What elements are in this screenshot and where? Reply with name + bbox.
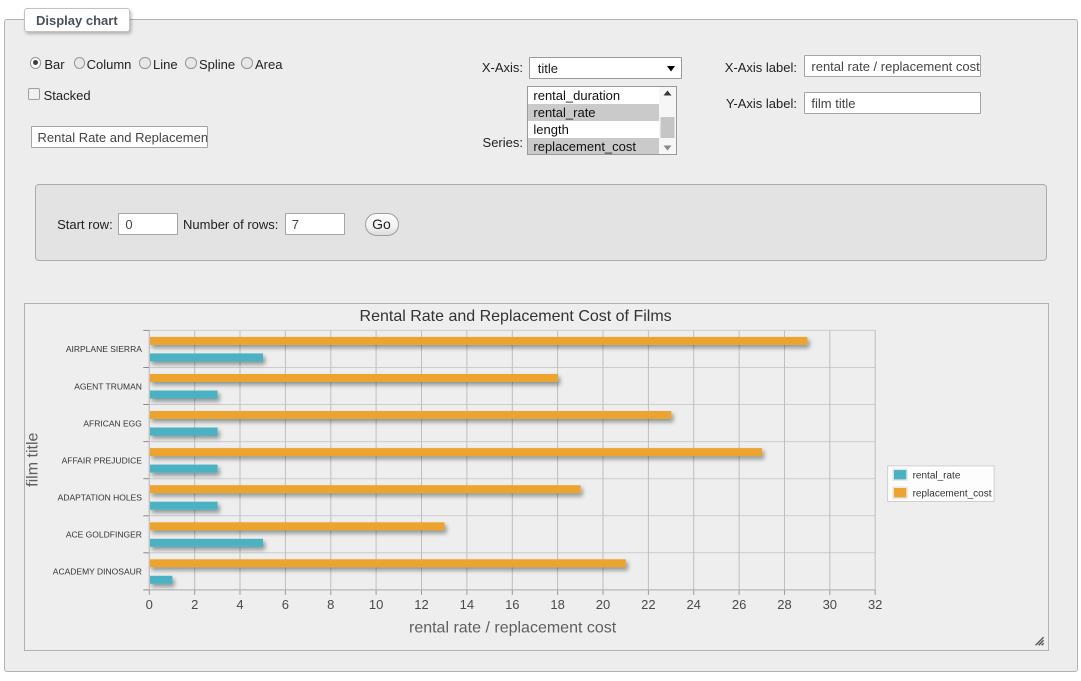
svg-text:10: 10 [369,597,383,612]
svg-text:Rental Rate and Replacement Co: Rental Rate and Replacement Cost of Film… [360,308,672,325]
svg-text:6: 6 [282,597,289,612]
svg-text:28: 28 [778,597,792,612]
svg-text:film title: film title [25,433,42,487]
svg-text:AGENT TRUMAN: AGENT TRUMAN [75,382,143,392]
svg-text:rental_rate: rental_rate [913,471,961,482]
svg-text:8: 8 [328,597,335,612]
svg-text:16: 16 [505,597,519,612]
svg-text:AIRPLANE SIERRA: AIRPLANE SIERRA [66,344,142,354]
svg-text:20: 20 [596,597,610,612]
svg-text:0: 0 [146,597,153,612]
svg-text:32: 32 [868,597,882,612]
svg-text:22: 22 [642,597,656,612]
svg-text:ACE GOLDFINGER: ACE GOLDFINGER [66,530,142,540]
svg-text:18: 18 [551,597,565,612]
svg-text:4: 4 [237,597,244,612]
svg-text:AFFAIR PREJUDICE: AFFAIR PREJUDICE [62,456,143,466]
svg-text:30: 30 [823,597,837,612]
svg-text:replacement_cost: replacement_cost [913,489,992,500]
svg-text:26: 26 [732,597,746,612]
svg-text:AFRICAN EGG: AFRICAN EGG [84,419,143,429]
svg-text:ADAPTATION HOLES: ADAPTATION HOLES [58,493,143,503]
svg-text:24: 24 [687,597,701,612]
svg-text:ACADEMY DINOSAUR: ACADEMY DINOSAUR [53,567,142,577]
svg-text:14: 14 [460,597,474,612]
svg-text:12: 12 [415,597,429,612]
svg-text:2: 2 [191,597,198,612]
svg-text:rental rate / replacement cost: rental rate / replacement cost [409,620,617,637]
